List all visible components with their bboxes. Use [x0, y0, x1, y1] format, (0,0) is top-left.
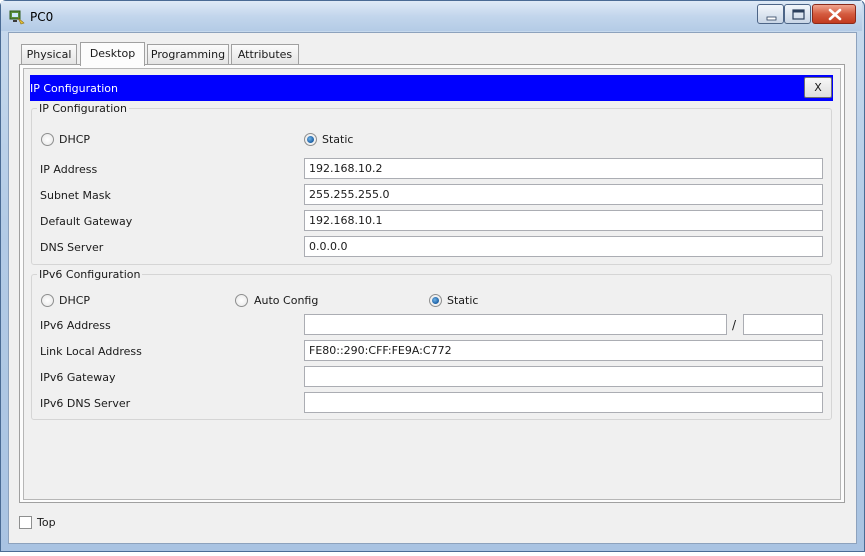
ip-address-input[interactable]: 192.168.10.2 [304, 158, 823, 179]
prefix-separator: / [732, 318, 737, 332]
maximize-icon [792, 9, 805, 20]
ipv4-static-label: Static [322, 133, 354, 146]
tab-label: Desktop [89, 47, 136, 60]
ipv6-static-label: Static [447, 294, 479, 307]
ip-address-label: IP Address [40, 163, 98, 176]
ipv6-auto-config-radio[interactable] [235, 294, 248, 307]
ipv6-gateway-input[interactable] [304, 366, 823, 387]
tab-label: Attributes [237, 48, 293, 61]
ipv6-gateway-label: IPv6 Gateway [40, 371, 116, 384]
ipv6-address-label: IPv6 Address [40, 319, 111, 332]
tab-label: Programming [150, 48, 226, 61]
subnet-mask-input[interactable]: 255.255.255.0 [304, 184, 823, 205]
dialog-header-bar [30, 75, 833, 101]
subnet-mask-label: Subnet Mask [40, 189, 111, 202]
link-local-address-input[interactable]: FE80::290:CFF:FE9A:C772 [304, 340, 823, 361]
ipv4-group-label: IP Configuration [37, 102, 129, 115]
ipv6-address-input[interactable] [304, 314, 727, 335]
ipv6-dhcp-label: DHCP [59, 294, 91, 307]
title-bar[interactable] [1, 1, 862, 31]
tab-programming[interactable]: Programming [147, 44, 229, 64]
packet-tracer-pc-icon [9, 9, 25, 25]
ipv6-auto-config-label: Auto Config [254, 294, 319, 307]
link-local-address-label: Link Local Address [40, 345, 142, 358]
close-icon [828, 8, 842, 21]
ipv6-dhcp-radio[interactable] [41, 294, 54, 307]
default-gateway-input[interactable]: 192.168.10.1 [304, 210, 823, 231]
ipv6-static-radio[interactable] [429, 294, 442, 307]
tab-label: Physical [26, 48, 72, 61]
ipv6-group-label: IPv6 Configuration [37, 268, 143, 281]
default-gateway-label: Default Gateway [40, 215, 133, 228]
ipv4-dhcp-label: DHCP [59, 133, 91, 146]
tab-desktop[interactable]: Desktop [80, 42, 145, 66]
ipv4-static-radio[interactable] [304, 133, 317, 146]
dns-server-input[interactable]: 0.0.0.0 [304, 236, 823, 257]
maximize-button[interactable] [784, 4, 811, 24]
ipv4-dhcp-radio[interactable] [41, 133, 54, 146]
dialog-title: IP Configuration [30, 82, 118, 95]
minimize-button[interactable] [757, 4, 784, 24]
close-window-button[interactable] [812, 4, 856, 24]
ipv6-dns-server-input[interactable] [304, 392, 823, 413]
ipv6-dns-server-label: IPv6 DNS Server [40, 397, 131, 410]
window-title: PC0 [30, 10, 54, 24]
top-checkbox-label: Top [37, 516, 56, 529]
tab-physical[interactable]: Physical [21, 44, 77, 64]
top-checkbox[interactable] [19, 516, 32, 529]
dns-server-label: DNS Server [40, 241, 104, 254]
tab-attributes[interactable]: Attributes [231, 44, 299, 64]
ipv6-prefix-length-input[interactable] [743, 314, 823, 335]
minimize-icon [766, 16, 777, 21]
dialog-close-button[interactable]: X [804, 77, 832, 98]
